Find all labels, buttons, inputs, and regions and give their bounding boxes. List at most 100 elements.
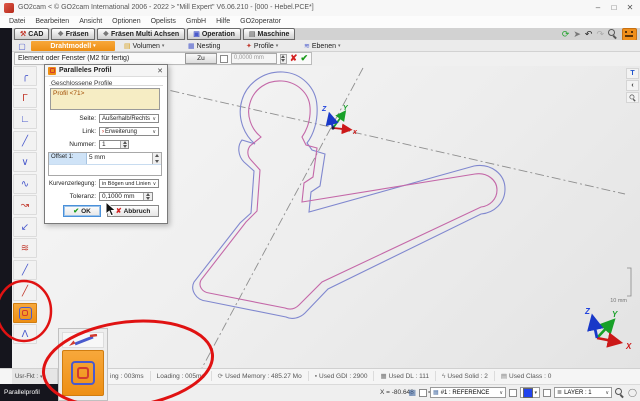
view-y-label: Y: [612, 310, 618, 319]
filter-icon: T: [630, 70, 634, 77]
offset-value-input[interactable]: 5 mm: [87, 153, 152, 164]
zoom-tool-button[interactable]: [626, 92, 639, 103]
status-loading-time: Loading : 005ms: [150, 371, 211, 381]
redo-icon[interactable]: ↷: [596, 29, 604, 40]
parallel-profile-icon: [19, 307, 32, 320]
menu-opelists[interactable]: Opelists: [146, 16, 181, 28]
seite-label: Seite:: [47, 115, 99, 122]
tool-mirror[interactable]: Λ: [13, 324, 37, 344]
tool-flyout-panel: [58, 328, 108, 401]
menu-ansicht[interactable]: Ansicht: [74, 16, 107, 28]
display-list-icon: ▦: [380, 372, 386, 380]
zoom-plus-icon[interactable]: [615, 388, 625, 398]
cancel-icon[interactable]: ✘: [290, 53, 298, 64]
pan-icon[interactable]: ➤: [573, 29, 581, 40]
volumen-icon: ▤: [124, 42, 131, 50]
docked-panel-edge: [0, 28, 12, 401]
go2cam-logo[interactable]: [622, 28, 637, 41]
undo-icon[interactable]: ↶: [585, 29, 593, 40]
ok-button[interactable]: ✔ OK: [63, 205, 101, 217]
tool-parallel-lines[interactable]: ≋: [13, 238, 37, 258]
angle-lines-icon: ∨: [21, 157, 28, 168]
confirm-icon[interactable]: ✔: [300, 53, 308, 64]
menu-datei[interactable]: Datei: [4, 16, 30, 28]
color-select[interactable]: ▾: [520, 387, 540, 398]
ribbon-ebenen[interactable]: ≋ Ebenen ▾: [304, 40, 341, 52]
tool-direction-arrow[interactable]: ↙: [13, 217, 37, 237]
ribbon-volumen[interactable]: ▤ Volumen ▾: [124, 40, 164, 52]
tab-fraesen[interactable]: ❖ Fräsen: [51, 28, 94, 40]
tab-cad[interactable]: ⚒ CAD: [14, 28, 49, 40]
menu-gmbh[interactable]: GmbH: [181, 16, 211, 28]
parallel-profile-dialog-icon: [48, 67, 56, 75]
ribbon-profile[interactable]: ✦ Profile ▾: [246, 40, 278, 52]
close-button[interactable]: ✕: [622, 0, 638, 16]
minimize-button[interactable]: –: [590, 0, 606, 16]
grid-icon[interactable]: ▦: [408, 388, 416, 397]
close-contour-button[interactable]: Zu: [185, 53, 217, 64]
nummer-spin-buttons[interactable]: [120, 141, 128, 148]
offset-row-label: Offset 1:: [49, 153, 87, 164]
color-checkbox[interactable]: [509, 389, 517, 397]
origin-y-label: Y: [343, 105, 349, 112]
menu-go2operator[interactable]: GO2operator: [235, 16, 286, 28]
title-bar: GO2cam < © GO2cam International 2006 - 2…: [0, 0, 640, 17]
layer-checkbox[interactable]: [543, 389, 551, 397]
tool-parallel-profile[interactable]: [13, 303, 37, 323]
filter-button[interactable]: T: [626, 68, 639, 79]
offset-checkbox[interactable]: [220, 55, 228, 63]
menu-optionen[interactable]: Optionen: [107, 16, 145, 28]
ebenen-icon: ≋: [304, 42, 310, 50]
link-select[interactable]: › Erweiterung ∨: [99, 127, 159, 136]
nummer-stepper[interactable]: 1: [99, 140, 129, 149]
profile-list[interactable]: Profil <71>: [50, 88, 160, 110]
usr-fkt-dropdown[interactable]: Usr-Fkt : ▾: [12, 369, 58, 384]
abbruch-button[interactable]: ✘ Abbruch: [107, 205, 159, 217]
tool-line-two-points[interactable]: ╱: [13, 131, 37, 151]
toleranz-spin-buttons[interactable]: [143, 193, 152, 200]
tab-fraesen-multi-achsen[interactable]: ❖ Fräsen Multi Achsen: [97, 28, 185, 40]
tool-line-a[interactable]: ╱: [13, 260, 37, 280]
flyout-sketch-button[interactable]: [62, 332, 104, 348]
layer-select[interactable]: ≣ LAYER : 1 ∨: [554, 387, 612, 398]
new-document-button[interactable]: ▢: [14, 40, 30, 52]
tool-line-b[interactable]: ╱: [13, 281, 37, 301]
tool-corner-fillet[interactable]: ╭: [13, 66, 37, 86]
zoom-window-icon[interactable]: [608, 29, 618, 39]
maximize-button[interactable]: □: [606, 0, 622, 16]
tool-corner-sharp[interactable]: ∟: [13, 109, 37, 129]
circle-select-icon[interactable]: ◯: [628, 388, 637, 397]
ribbon-drahtmodell[interactable]: Drahtmodell ▾: [31, 41, 115, 51]
tab-operation[interactable]: ▣ Operation: [187, 28, 241, 40]
menu-hilfe[interactable]: Hilfe: [211, 16, 235, 28]
dialog-close-button[interactable]: ✕: [157, 67, 164, 75]
context-controls: ▦ ▦ #1 : REFERENCE ∨ ▾ ≣ LAYER : 1 ∨ ◯: [408, 387, 637, 398]
kurvenzerlegung-select[interactable]: in Bögen und Linien ∨: [99, 179, 159, 188]
collapse-panel-button[interactable]: ‹: [626, 80, 639, 91]
profile-list-item[interactable]: Profil <71>: [53, 90, 84, 97]
dialog-title-bar[interactable]: Paralleles Profil ✕: [45, 65, 167, 77]
magnifier-icon: [629, 94, 636, 101]
refresh-icon[interactable]: ⟳: [562, 29, 570, 40]
offset-input[interactable]: 0,0000 mm: [231, 53, 277, 64]
tab-maschine[interactable]: ▤ Maschine: [243, 28, 296, 40]
menu-bar: Datei Bearbeiten Ansicht Optionen Opelis…: [0, 16, 640, 28]
ribbon-nesting[interactable]: ▦ Nesting: [188, 40, 220, 52]
tool-angle-lines[interactable]: ∨: [13, 152, 37, 172]
tool-corner-chamfer[interactable]: Γ: [13, 88, 37, 108]
nummer-label: Nummer:: [47, 141, 99, 148]
menu-bearbeiten[interactable]: Bearbeiten: [30, 16, 74, 28]
seite-select[interactable]: Außerhalb/Rechts ∨: [99, 114, 159, 123]
plane-icon: ▦: [433, 389, 439, 396]
plane-checkbox[interactable]: [419, 389, 427, 397]
offset-stepper[interactable]: [280, 54, 287, 64]
flyout-parallel-profile-button[interactable]: [62, 350, 104, 396]
tool-spline[interactable]: ↝: [13, 195, 37, 215]
parallel-profile-outer[interactable]: [193, 72, 505, 318]
original-profile-inner[interactable]: [200, 81, 497, 309]
plane-select[interactable]: ▦ #1 : REFERENCE ∨: [430, 387, 506, 398]
offset-spin-buttons[interactable]: [152, 153, 161, 164]
chevron-down-icon: ∨: [605, 390, 609, 396]
toleranz-stepper[interactable]: 0,1000 mm: [99, 192, 153, 201]
tool-tangent-curve[interactable]: ∿: [13, 174, 37, 194]
